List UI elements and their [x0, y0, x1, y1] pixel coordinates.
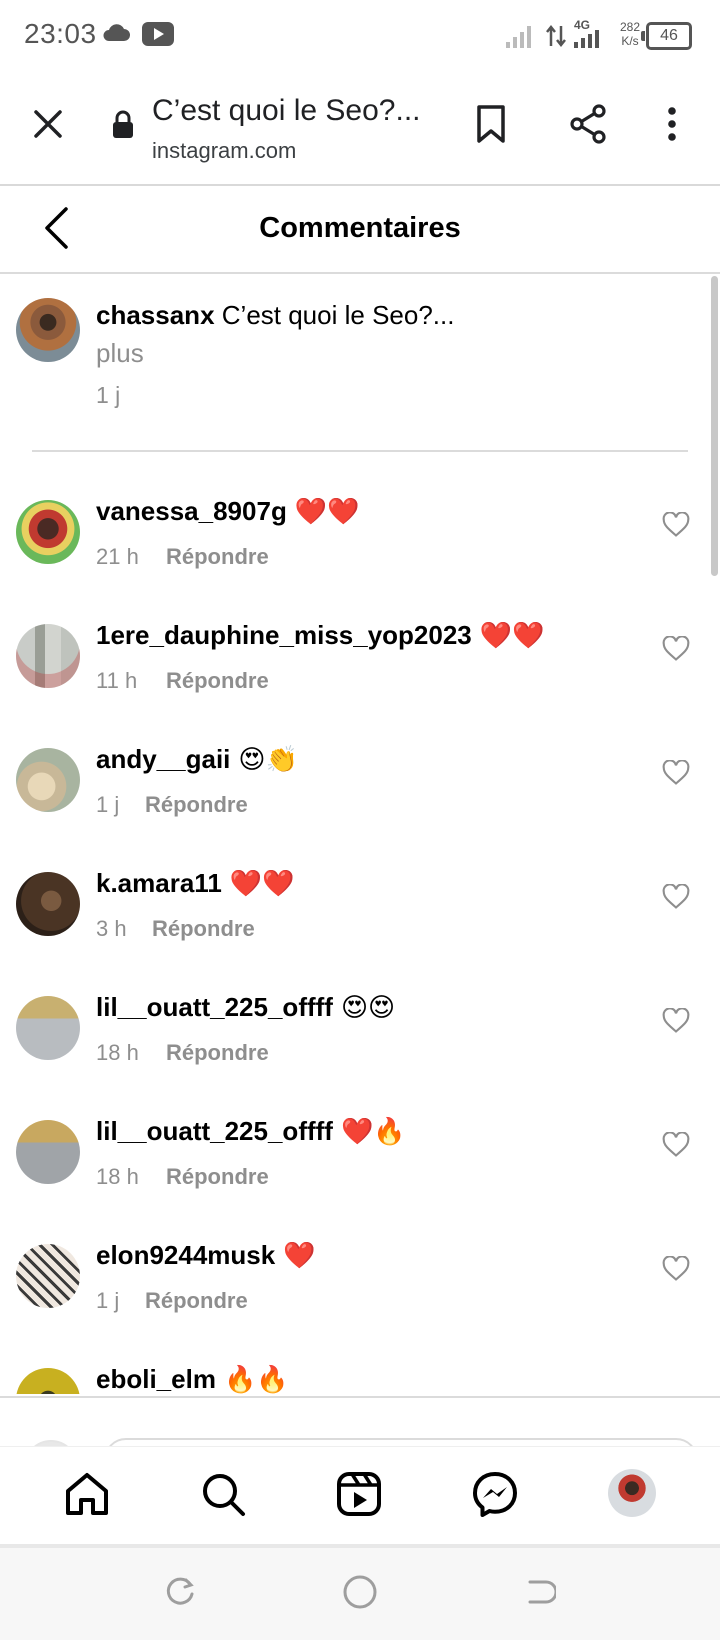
- search-icon[interactable]: [200, 1471, 246, 1517]
- battery-icon: 46: [641, 22, 692, 50]
- reply-button[interactable]: Répondre: [166, 544, 269, 570]
- comment-row: k.amara11 ❤️❤️ 3 h Répondre: [0, 860, 710, 984]
- comment-timestamp: 1 j: [96, 792, 120, 817]
- status-bar: 23:03 4G 282 K/s 46: [0, 0, 720, 72]
- heart-outline-icon[interactable]: [662, 760, 690, 786]
- heart-outline-icon[interactable]: [662, 636, 690, 662]
- bookmark-icon[interactable]: [476, 104, 506, 144]
- recent-apps-icon[interactable]: [164, 1576, 196, 1608]
- lock-icon: [113, 110, 133, 138]
- comment-row: lil__ouatt_225_offff 😍😍 18 h Répondre: [0, 984, 710, 1108]
- avatar[interactable]: [16, 1244, 80, 1308]
- avatar[interactable]: [16, 500, 80, 564]
- net-speed-value: 282: [619, 20, 640, 34]
- page-heading: Commentaires: [259, 212, 461, 244]
- avatar[interactable]: [16, 996, 80, 1060]
- net-speed-unit: K/s: [621, 34, 639, 48]
- home-icon[interactable]: [64, 1471, 110, 1517]
- comment-username[interactable]: elon9244musk: [96, 1240, 275, 1270]
- bottom-navigation: [0, 1446, 720, 1545]
- caption-divider: [32, 450, 688, 452]
- comment-username[interactable]: lil__ouatt_225_offff: [96, 1116, 333, 1146]
- heart-outline-icon[interactable]: [662, 1008, 690, 1034]
- comment-username[interactable]: andy__gaii: [96, 744, 230, 774]
- comment-row: lil__ouatt_225_offff ❤️🔥 18 h Répondre: [0, 1108, 710, 1232]
- comment-list: vanessa_8907g ❤️❤️ 21 h Répondre 1ere_dau…: [0, 488, 720, 1394]
- more-vertical-icon[interactable]: [664, 106, 680, 142]
- comment-username[interactable]: vanessa_8907g: [96, 496, 287, 526]
- heart-outline-icon[interactable]: [662, 1132, 690, 1158]
- avatar[interactable]: [16, 1368, 80, 1394]
- comment-timestamp: 18 h: [96, 1040, 139, 1065]
- home-button-icon[interactable]: [342, 1574, 378, 1610]
- net-speed: 282 K/s: [620, 20, 640, 48]
- back-button-icon[interactable]: [524, 1576, 556, 1608]
- reply-button[interactable]: Répondre: [166, 1164, 269, 1190]
- comments-header: Commentaires: [0, 186, 720, 274]
- comment-timestamp: 21 h: [96, 544, 139, 569]
- data-transfer-icon: [546, 24, 566, 48]
- comment-timestamp: 1 j: [96, 1288, 120, 1313]
- comment-row: elon9244musk ❤️ 1 j Répondre: [0, 1232, 710, 1356]
- scrollbar[interactable]: [711, 276, 718, 576]
- heart-outline-icon[interactable]: [662, 1256, 690, 1282]
- reply-button[interactable]: Répondre: [145, 1288, 248, 1314]
- comment-text: 😍👏: [238, 744, 298, 774]
- reply-button[interactable]: Répondre: [152, 916, 255, 942]
- comment-username[interactable]: k.amara11: [96, 868, 222, 898]
- page-url[interactable]: instagram.com: [152, 138, 296, 164]
- browser-toolbar: C’est quoi le Seo?... instagram.com: [0, 72, 720, 186]
- comment-timestamp: 3 h: [96, 916, 127, 941]
- close-icon[interactable]: [32, 108, 64, 140]
- reply-button[interactable]: Répondre: [166, 1040, 269, 1066]
- comment-text: ❤️❤️: [294, 496, 360, 526]
- status-time: 23:03: [24, 18, 97, 49]
- battery-level: 46: [660, 27, 678, 44]
- comment-text: ❤️❤️: [229, 868, 295, 898]
- avatar[interactable]: [16, 872, 80, 936]
- reply-button[interactable]: Répondre: [145, 792, 248, 818]
- avatar[interactable]: [16, 624, 80, 688]
- reply-button[interactable]: Répondre: [166, 668, 269, 694]
- avatar[interactable]: [16, 748, 80, 812]
- caption-text: C’est quoi le Seo?...: [221, 300, 455, 330]
- signal-icon: [506, 26, 531, 48]
- comment-row: eboli_elm 🔥🔥: [0, 1356, 710, 1394]
- caption-timestamp: 1 j: [96, 382, 121, 408]
- heart-outline-icon[interactable]: [662, 512, 690, 538]
- comment-row: 1ere_dauphine_miss_yop2023 ❤️❤️ 11 h Répo…: [0, 612, 710, 736]
- comment-username[interactable]: eboli_elm: [96, 1364, 216, 1394]
- page-title[interactable]: C’est quoi le Seo?...: [152, 94, 421, 128]
- comment-timestamp: 11 h: [96, 668, 138, 693]
- profile-avatar[interactable]: [608, 1469, 656, 1517]
- caption: chassanx C’est quoi le Seo?...: [96, 300, 454, 331]
- comment-row: vanessa_8907g ❤️❤️ 21 h Répondre: [0, 488, 710, 612]
- comment-text: ❤️: [283, 1240, 316, 1270]
- comment-text: 🔥🔥: [223, 1364, 289, 1394]
- comment-timestamp: 18 h: [96, 1164, 139, 1189]
- avatar[interactable]: [16, 298, 80, 362]
- youtube-icon: [142, 22, 174, 46]
- signal-4g-icon: [574, 30, 599, 48]
- comment-username[interactable]: lil__ouatt_225_offff: [96, 992, 333, 1022]
- caption-more-link[interactable]: plus: [96, 338, 144, 369]
- heart-outline-icon[interactable]: [662, 884, 690, 910]
- share-icon[interactable]: [568, 104, 608, 144]
- comment-username[interactable]: 1ere_dauphine_miss_yop2023: [96, 620, 472, 650]
- comment-text: 😍😍: [340, 992, 396, 1022]
- avatar[interactable]: [16, 1120, 80, 1184]
- comment-text: ❤️🔥: [340, 1116, 406, 1146]
- comment-text: ❤️❤️: [479, 620, 545, 650]
- cloud-icon: [103, 24, 130, 41]
- caption-username[interactable]: chassanx: [96, 300, 215, 330]
- comment-row: andy__gaii 😍👏 1 j Répondre: [0, 736, 710, 860]
- messenger-icon[interactable]: [472, 1471, 518, 1517]
- system-navigation-bar: [0, 1548, 720, 1640]
- add-comment-bar: [0, 1396, 720, 1448]
- reels-icon[interactable]: [336, 1471, 382, 1517]
